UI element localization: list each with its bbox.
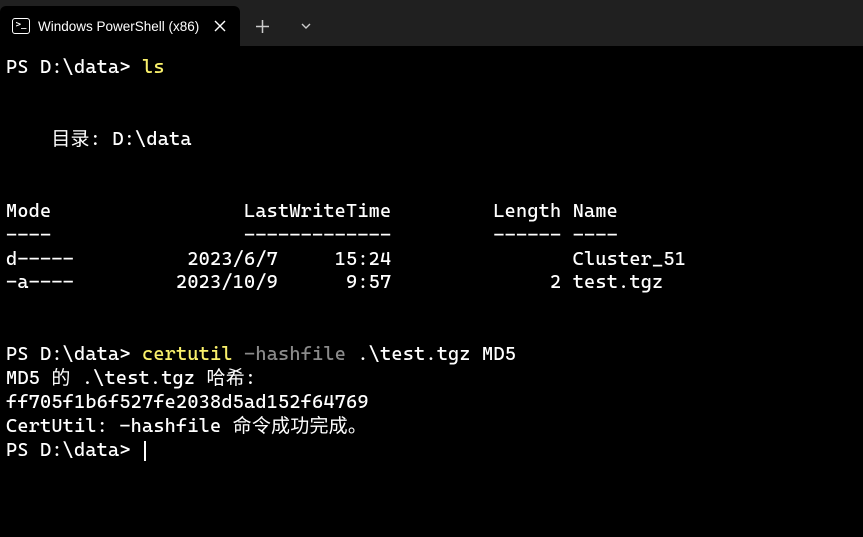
powershell-icon: >_ <box>12 17 30 35</box>
directory-line: 目录: D:\data <box>6 128 192 150</box>
output-hash: ff705f1b6f527fe2038d5ad152f64769 <box>6 391 369 413</box>
col-lwt: LastWriteTime <box>244 200 391 222</box>
close-tab-button[interactable] <box>208 14 232 38</box>
table-row: -a---- 2023/10/9 9:57 2 test.tgz <box>6 271 663 293</box>
col-length: Length <box>493 200 561 222</box>
tab-title: Windows PowerShell (x86) <box>38 19 200 34</box>
titlebar: >_ Windows PowerShell (x86) <box>0 0 863 46</box>
tab-powershell[interactable]: >_ Windows PowerShell (x86) <box>0 6 240 46</box>
prompt: PS D:\data> <box>6 56 131 78</box>
terminal-output[interactable]: PS D:\data> ls 目录: D:\data Mode LastWrit… <box>0 46 863 473</box>
command-certutil: certutil <box>142 343 233 365</box>
tab-dropdown-button[interactable] <box>284 6 328 46</box>
command-arg: .\test.tgz MD5 <box>346 343 516 365</box>
command-arg: -hashfile <box>244 343 346 365</box>
table-row: d----- 2023/6/7 15:24 Cluster_51 <box>6 248 686 270</box>
col-mode: Mode <box>6 200 51 222</box>
new-tab-button[interactable] <box>240 6 284 46</box>
cursor <box>144 441 146 461</box>
prompt: PS D:\data> <box>6 439 131 461</box>
output-line: CertUtil: -hashfile 命令成功完成。 <box>6 415 367 437</box>
col-name: Name <box>573 200 618 222</box>
output-line: MD5 的 .\test.tgz 哈希: <box>6 367 256 389</box>
prompt: PS D:\data> <box>6 343 131 365</box>
command-ls: ls <box>142 56 165 78</box>
